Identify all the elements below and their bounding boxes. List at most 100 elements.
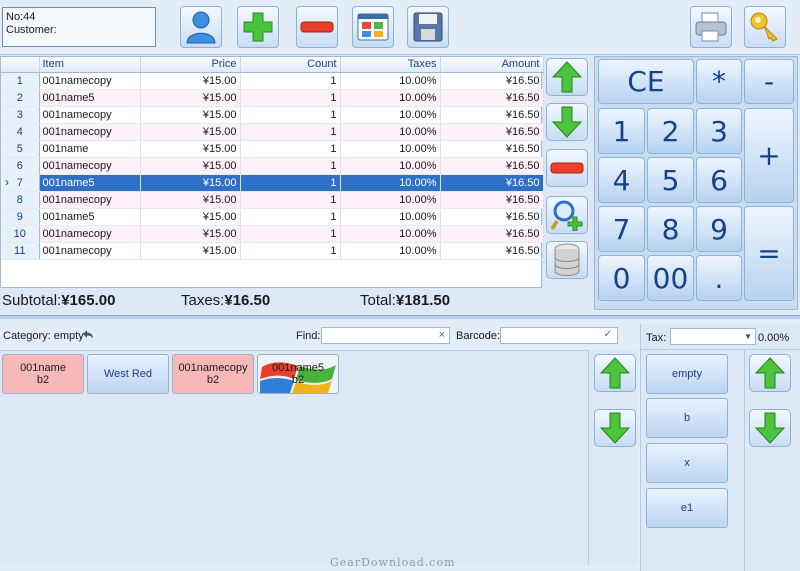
cell-taxes: 10.00% [340, 157, 441, 175]
key-icon [750, 12, 778, 42]
key-00[interactable]: 00 [647, 255, 694, 301]
cell-amount: ¥16.50 [440, 72, 544, 90]
table-row[interactable]: 11 001namecopy ¥15.00 1 10.00% ¥16.50 [1, 242, 544, 260]
key-plus[interactable]: + [744, 108, 794, 203]
cell-price: ¥15.00 [140, 208, 241, 226]
cell-price: ¥15.00 [140, 225, 241, 243]
back-arrow-icon[interactable] [82, 329, 94, 340]
row-number: 5 [1, 140, 40, 158]
key-1[interactable]: 1 [598, 108, 645, 154]
product-name: 001name [20, 362, 66, 374]
cell-item: 001namecopy [39, 123, 141, 141]
key-equals[interactable]: = [744, 206, 794, 301]
key-multiply[interactable]: * [696, 59, 742, 104]
column-header-taxes[interactable]: Taxes [340, 57, 441, 73]
cell-count: 1 [240, 174, 341, 192]
subtotal: Subtotal:¥165.00 [2, 292, 115, 309]
tax-button-e1[interactable]: e1 [646, 488, 728, 528]
table-row[interactable]: 6 001namecopy ¥15.00 1 10.00% ¥16.50 [1, 157, 544, 175]
table-row[interactable]: 3 001namecopy ¥15.00 1 10.00% ¥16.50 [1, 106, 544, 124]
key-minus[interactable]: - [744, 59, 794, 104]
cell-item: 001namecopy [39, 242, 141, 260]
table-row[interactable]: 4 001namecopy ¥15.00 1 10.00% ¥16.50 [1, 123, 544, 141]
column-header-item[interactable]: Item [39, 57, 141, 73]
product-button-west-red[interactable]: West Red [87, 354, 169, 394]
plus-icon [243, 12, 273, 42]
cell-item: 001namecopy [39, 191, 141, 209]
table-row[interactable]: 8 001namecopy ¥15.00 1 10.00% ¥16.50 [1, 191, 544, 209]
column-header-price[interactable]: Price [140, 57, 241, 73]
customer-button[interactable] [180, 6, 222, 48]
cell-item: 001namecopy [39, 157, 141, 175]
key-3[interactable]: 3 [696, 108, 742, 154]
cell-taxes: 10.00% [340, 242, 441, 260]
panel-splitter[interactable] [0, 315, 800, 319]
key-7[interactable]: 7 [598, 206, 645, 252]
table-row[interactable]: 7001name5¥15.00110.00%¥16.50 [1, 174, 544, 192]
chevron-down-icon[interactable]: ▼ [744, 332, 752, 341]
product-button-001name5[interactable]: 001name5 b2 [257, 354, 339, 394]
table-row[interactable]: 1 001namecopy ¥15.00 1 10.00% ¥16.50 [1, 72, 544, 90]
row-number: 10 [1, 225, 40, 243]
check-icon[interactable]: ✓ [604, 329, 612, 340]
save-button[interactable] [407, 6, 449, 48]
key-6[interactable]: 6 [696, 157, 742, 203]
cell-count: 1 [240, 242, 341, 260]
cell-price: ¥15.00 [140, 157, 241, 175]
total-value: ¥181.50 [395, 292, 451, 309]
cell-amount: ¥16.50 [440, 225, 544, 243]
catalog-filter-bar: Category: empty Find: × Barcode: ✓ [0, 324, 640, 348]
tax-button-b[interactable]: b [646, 398, 728, 438]
key-5[interactable]: 5 [647, 157, 694, 203]
ticket-lines-grid[interactable]: Item Price Count Taxes Amount 1 001nameco… [0, 56, 544, 288]
cell-price: ¥15.00 [140, 72, 241, 90]
product-code: b2 [36, 374, 50, 386]
tax-button-empty[interactable]: empty [646, 354, 728, 394]
barcode-label: Barcode: [456, 330, 501, 342]
database-icon [554, 243, 580, 276]
product-button-001namecopy[interactable]: 001namecopy b2 [172, 354, 254, 394]
products-up-button[interactable] [594, 354, 636, 392]
tax-select[interactable]: ▼ [670, 328, 756, 345]
taxes-down-button[interactable] [749, 409, 791, 447]
key-8[interactable]: 8 [647, 206, 694, 252]
product-button-001name[interactable]: 001name b2 [2, 354, 84, 394]
key-0[interactable]: 0 [598, 255, 645, 301]
cell-price: ¥15.00 [140, 191, 241, 209]
layout-button[interactable] [352, 6, 394, 48]
print-button[interactable] [690, 6, 732, 48]
table-row[interactable]: 5 001name ¥15.00 1 10.00% ¥16.50 [1, 140, 544, 158]
row-number: 7 [1, 174, 40, 192]
cell-amount: ¥16.50 [440, 208, 544, 226]
taxes-up-button[interactable] [749, 354, 791, 392]
line-up-button[interactable] [546, 58, 588, 96]
cell-amount: ¥16.50 [440, 106, 544, 124]
table-row[interactable]: 9 001name5 ¥15.00 1 10.00% ¥16.50 [1, 208, 544, 226]
table-row[interactable]: 10 001namecopy ¥15.00 1 10.00% ¥16.50 [1, 225, 544, 243]
column-header-amount[interactable]: Amount [440, 57, 544, 73]
delete-line-button[interactable] [546, 149, 588, 187]
key-ce[interactable]: CE [598, 59, 694, 104]
add-line-button[interactable] [237, 6, 279, 48]
products-down-button[interactable] [594, 409, 636, 447]
table-row[interactable]: 2 001name5 ¥15.00 1 10.00% ¥16.50 [1, 89, 544, 107]
cell-taxes: 10.00% [340, 140, 441, 158]
arrow-down-icon [755, 412, 785, 444]
database-button[interactable] [546, 241, 588, 279]
cell-amount: ¥16.50 [440, 242, 544, 260]
key-2[interactable]: 2 [647, 108, 694, 154]
key-dot[interactable]: . [696, 255, 742, 301]
clear-icon[interactable]: × [439, 329, 445, 341]
column-header-count[interactable]: Count [240, 57, 341, 73]
line-down-button[interactable] [546, 103, 588, 141]
key-9[interactable]: 9 [696, 206, 742, 252]
totals-bar: Subtotal:¥165.00 Taxes:¥16.50 Total:¥181… [0, 288, 542, 312]
grid-header-row: Item Price Count Taxes Amount [1, 57, 544, 73]
tax-button-x[interactable]: x [646, 443, 728, 483]
search-add-button[interactable] [546, 196, 588, 234]
key-4[interactable]: 4 [598, 157, 645, 203]
remove-line-button[interactable] [296, 6, 338, 48]
key-button[interactable] [744, 6, 786, 48]
find-input[interactable]: × [321, 327, 450, 344]
barcode-input[interactable]: ✓ [500, 327, 618, 344]
